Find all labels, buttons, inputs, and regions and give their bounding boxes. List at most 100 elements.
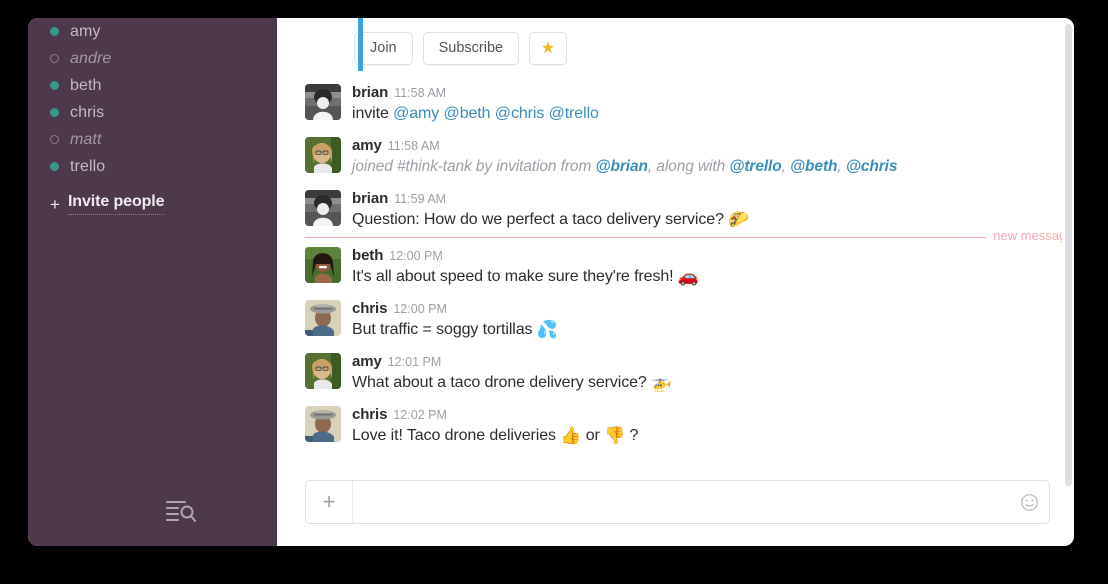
sidebar: amyandrebeth chris matt trello + Invite peo… [28, 18, 277, 546]
sidebar-member-beth[interactable]: beth [28, 72, 277, 99]
channel-accent-bar [358, 18, 363, 71]
message-item: brian 11:59 AM Question: How do we perfect… [305, 184, 1054, 237]
slack-window: amyandrebethchrismatttrello + Invite peo… [28, 18, 1074, 546]
message-body: chris12:00 PMBut traffic = soggy tortill… [352, 300, 1054, 341]
member-name: chris [70, 104, 104, 122]
composer-area: + [277, 468, 1074, 546]
avatar[interactable] [305, 247, 341, 283]
sidebar-member-chris[interactable]: chris [28, 99, 277, 126]
message-input[interactable] [353, 481, 1009, 523]
message-text-run: invite [352, 105, 393, 122]
mention-link[interactable]: @beth [444, 105, 491, 122]
mention-link[interactable]: @amy [393, 105, 439, 122]
star-icon: ★ [541, 40, 555, 57]
message-author[interactable]: brian [352, 190, 388, 207]
message-timestamp: 12:01 PM [388, 355, 442, 369]
message-text: What about a taco drone delivery service… [352, 372, 1054, 394]
helicopter-emoji: 🚁 [651, 373, 672, 392]
message-text-run: Love it! Taco drone deliveries [352, 427, 560, 444]
message-meta: chris12:00 PM [352, 300, 1054, 318]
sidebar-member-matt[interactable]: matt [28, 126, 277, 153]
invite-people-button[interactable]: + Invite people [28, 191, 277, 217]
message-timestamp: 11:59 AM [394, 192, 446, 206]
presence-dot-away [50, 54, 59, 63]
presence-dot-online [50, 108, 59, 117]
avatar[interactable] [305, 406, 341, 442]
message-text-run: ? [625, 427, 638, 444]
avatar[interactable] [305, 190, 341, 226]
message-text: Question: How do we perfect a taco deliv… [352, 209, 1054, 231]
new-messages-divider: new messages [305, 237, 1074, 238]
attachment-plus-icon[interactable]: + [306, 481, 353, 523]
message-timestamp: 12:00 PM [389, 249, 443, 263]
car-emoji: 🚗 [678, 267, 699, 286]
new-messages-label: new messages [986, 228, 1074, 243]
mention-link[interactable]: @chris [846, 158, 898, 175]
message-body: amy 12:01 PM What about a taco drone deliv… [352, 353, 1054, 394]
message-author[interactable]: chris [352, 300, 387, 317]
scrollbar-thumb[interactable] [1065, 24, 1072, 486]
mention-link[interactable]: @trello [549, 105, 599, 122]
message-text: It's all about speed to make sure they'r… [352, 266, 1054, 288]
message-author[interactable]: amy [352, 137, 382, 154]
invite-people-label: Invite people [68, 193, 165, 215]
message-item: chris12:00 PMBut traffic = soggy tortill… [305, 294, 1054, 347]
message-timestamp: 12:02 PM [393, 408, 447, 422]
message-text-run: But traffic = soggy tortillas [352, 321, 537, 338]
mention-link[interactable]: @trello [729, 158, 781, 175]
taco-emoji: 🌮 [728, 210, 749, 229]
message-text-run: joined #think-tank by invitation from [352, 158, 595, 175]
plus-icon: + [50, 196, 60, 213]
message-item: chris 12:02 PM Love it! Taco drone deliver… [305, 400, 1054, 453]
presence-dot-online [50, 27, 59, 36]
message-text-run: What about a taco drone delivery service… [352, 374, 651, 391]
message-text-run: or [581, 427, 604, 444]
mention-link[interactable]: @brian [595, 158, 647, 175]
message-text-run: , [837, 158, 845, 175]
message-text: invite @amy @beth @chris @trello [352, 103, 1054, 125]
presence-dot-online [50, 81, 59, 90]
message-timestamp: 11:58 AM [388, 139, 440, 153]
avatar[interactable] [305, 137, 341, 173]
avatar[interactable] [305, 300, 341, 336]
message-body: brian 11:59 AM Question: How do we perfect… [352, 190, 1054, 231]
message-body: chris 12:02 PM Love it! Taco drone deliver… [352, 406, 1054, 447]
message-body: amy 11:58 AM joined #think-tank by invitat… [352, 137, 1054, 178]
message-composer: + [305, 480, 1050, 524]
message-item: new messagesbeth12:00 PMIt's all about s… [305, 237, 1054, 294]
message-author[interactable]: brian [352, 84, 388, 101]
sweat-droplets-emoji: 💦 [537, 320, 558, 339]
message-text-run: It's all about speed to make sure they'r… [352, 268, 678, 285]
mention-link[interactable]: @beth [790, 158, 837, 175]
message-author[interactable]: chris [352, 406, 387, 423]
presence-dot-online [50, 162, 59, 171]
message-body: brian11:58 AMinvite @amy @beth @chris @t… [352, 84, 1054, 125]
message-meta: brian 11:59 AM [352, 190, 1054, 208]
message-author[interactable]: amy [352, 353, 382, 370]
thumbs-up-emoji: 👍 [560, 426, 581, 445]
mention-link[interactable]: @chris [495, 105, 544, 122]
sidebar-member-trello[interactable]: trello [28, 153, 277, 180]
search-list-icon[interactable] [164, 498, 198, 524]
message-author[interactable]: beth [352, 247, 383, 264]
message-meta: beth 12:00 PM [352, 247, 1054, 265]
message-text: But traffic = soggy tortillas 💦 [352, 319, 1054, 341]
subscribe-button[interactable]: Subscribe [423, 32, 519, 65]
screenshot-root: amyandrebethchrismatttrello + Invite peo… [0, 0, 1108, 584]
smiley-icon[interactable] [1009, 481, 1049, 523]
channel-header: Join Subscribe ★ [277, 18, 1074, 78]
avatar[interactable] [305, 84, 341, 120]
message-text-run: Question: How do we perfect a taco deliv… [352, 211, 728, 228]
message-meta: amy 12:01 PM [352, 353, 1054, 371]
sidebar-member-amy[interactable]: amy [28, 18, 277, 45]
star-channel-button[interactable]: ★ [529, 32, 567, 65]
sidebar-member-andre[interactable]: andre [28, 45, 277, 72]
message-item: amy 11:58 AM joined #think-tank by invitat… [305, 131, 1054, 184]
messages-scrollbar[interactable] [1062, 18, 1074, 546]
avatar[interactable] [305, 353, 341, 389]
member-name: trello [70, 158, 105, 176]
message-meta: brian11:58 AM [352, 84, 1054, 102]
message-text: joined #think-tank by invitation from @b… [352, 156, 1054, 178]
message-list: brian11:58 AMinvite @amy @beth @chris @t… [277, 78, 1074, 468]
message-text-run: , [782, 158, 790, 175]
